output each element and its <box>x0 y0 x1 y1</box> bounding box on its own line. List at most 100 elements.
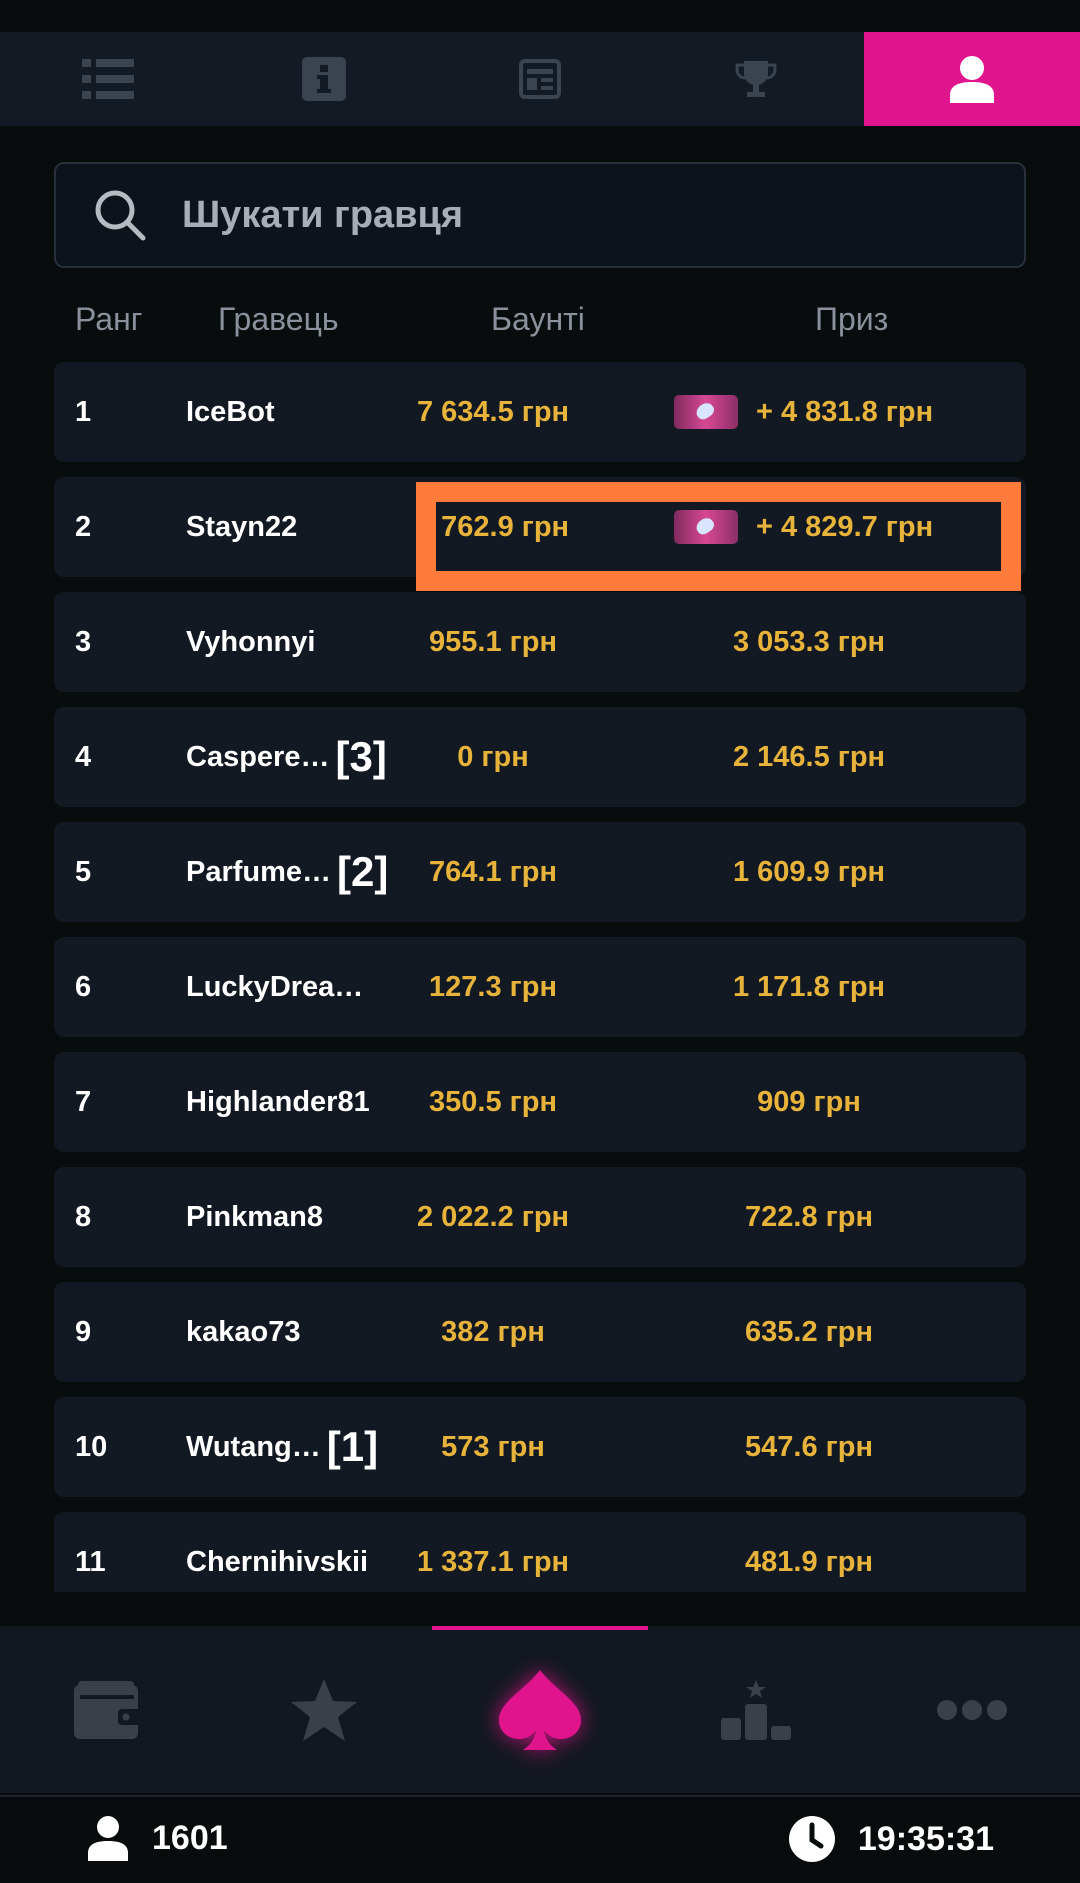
news-icon <box>519 59 561 99</box>
player-name-cell: LuckyDrea… <box>186 937 363 1037</box>
trophy-icon <box>735 61 777 97</box>
table-row[interactable]: 3 Vyhonnyi 955.1 грн 3 053.3 грн <box>54 592 1026 692</box>
list-icon <box>82 59 134 99</box>
tab-profile[interactable] <box>864 32 1080 126</box>
nav-leaderboard[interactable] <box>648 1626 864 1793</box>
rank-cell: 5 <box>75 855 92 888</box>
prize-value: + 4 829.7 грн <box>756 510 934 543</box>
player-search[interactable] <box>54 162 1026 268</box>
player-name: Caspere… <box>186 740 330 773</box>
status-bar: 1601 19:35:31 <box>0 1795 1080 1883</box>
player-name-cell: Highlander81 <box>186 1052 370 1152</box>
player-name: Highlander81 <box>186 1085 370 1118</box>
rank-cell: 4 <box>75 740 92 773</box>
user-icon <box>88 1816 128 1861</box>
rank-cell: 9 <box>75 1315 92 1348</box>
bounty-cell: 573 грн <box>441 1430 545 1463</box>
user-icon <box>950 56 994 103</box>
table-row[interactable]: 9 kakao73 382 грн 635.2 грн <box>54 1282 1026 1382</box>
ticket-icon <box>674 510 738 544</box>
bounty-cell: 7 634.5 грн <box>416 395 570 428</box>
prize-value: 635.2 грн <box>745 1315 873 1348</box>
rank-cell: 7 <box>75 1085 92 1118</box>
header-prize: Приз <box>815 301 889 337</box>
prize-cell: 3 053.3 грн <box>654 592 964 692</box>
prize-cell: 909 грн <box>654 1052 964 1152</box>
header-player: Гравець <box>218 301 339 337</box>
player-name: Stayn22 <box>186 510 298 543</box>
header-rank: Ранг <box>75 301 143 337</box>
tab-info[interactable] <box>216 32 432 126</box>
prize-cell: 1 171.8 грн <box>654 937 964 1037</box>
table-row[interactable]: 2 Stayn22 2 762.9 грн + 4 829.7 грн <box>54 477 1026 577</box>
tab-list[interactable] <box>0 32 216 126</box>
bounty-cell: 955.1 грн <box>429 625 557 658</box>
bounty-cell: 127.3 грн <box>429 970 557 1003</box>
clock-value: 19:35:31 <box>857 1819 994 1858</box>
prize-value: 1 609.9 грн <box>732 855 886 888</box>
prize-value: + 4 831.8 грн <box>756 395 934 428</box>
prize-cell: 2 146.5 грн <box>654 707 964 807</box>
bounty-cell: 1 337.1 грн <box>416 1545 570 1578</box>
table-row[interactable]: 4 Caspere… [3] 0 грн 2 146.5 грн <box>54 707 1026 807</box>
spade-icon <box>499 1669 581 1750</box>
prize-cell: + 4 829.7 грн <box>674 477 1026 577</box>
table-row[interactable]: 8 Pinkman8 2 022.2 грн 722.8 грн <box>54 1167 1026 1267</box>
player-name-cell: Vyhonnyi <box>186 592 315 692</box>
player-name: Vyhonnyi <box>186 625 316 658</box>
tab-trophy[interactable] <box>648 32 864 126</box>
table-row[interactable]: 5 Parfume… [2] 764.1 грн 1 609.9 грн <box>54 822 1026 922</box>
rank-cell: 2 <box>75 510 92 543</box>
info-icon <box>302 57 346 101</box>
table-header: Ранг Гравець Баунті Приз <box>54 295 1026 345</box>
bounty-cell: 350.5 грн <box>429 1085 557 1118</box>
nav-poker[interactable] <box>432 1626 648 1793</box>
leaderboard-icon <box>721 1679 791 1740</box>
table-row[interactable]: 6 LuckyDrea… 127.3 грн 1 171.8 грн <box>54 937 1026 1037</box>
bounty-cell: 382 грн <box>441 1315 545 1348</box>
tab-news[interactable] <box>432 32 648 126</box>
prize-value: 547.6 грн <box>745 1430 873 1463</box>
table-row[interactable]: 11 Chernihivskii 1 337.1 грн 481.9 грн <box>54 1512 1026 1592</box>
prize-cell: 635.2 грн <box>654 1282 964 1382</box>
bounty-cell: 764.1 грн <box>429 855 557 888</box>
player-name: Pinkman8 <box>186 1200 323 1233</box>
clock: 19:35:31 <box>788 1815 994 1863</box>
header-bounty: Баунті <box>491 301 585 337</box>
table-row[interactable]: 1 IceBot 7 634.5 грн + 4 831.8 грн <box>54 362 1026 462</box>
player-name-cell: kakao73 <box>186 1282 301 1382</box>
clock-icon <box>788 1816 835 1862</box>
search-input[interactable] <box>182 193 882 237</box>
search-icon <box>95 190 146 241</box>
nav-more[interactable] <box>864 1626 1080 1793</box>
player-name: Chernihivskii <box>186 1545 369 1578</box>
bounty-cell: 0 грн <box>457 740 529 773</box>
table-row[interactable]: 10 Wutang… [1] 573 грн 547.6 грн <box>54 1397 1026 1497</box>
prize-cell: 722.8 грн <box>654 1167 964 1267</box>
star-icon <box>291 1678 357 1741</box>
player-name-cell: Pinkman8 <box>186 1167 323 1267</box>
nav-favorites[interactable] <box>216 1626 432 1793</box>
player-name: IceBot <box>186 395 275 428</box>
players-count: 1601 <box>88 1815 228 1861</box>
rank-cell: 11 <box>75 1545 106 1578</box>
bounty-cell: 2 022.2 грн <box>416 1200 570 1233</box>
prize-value: 722.8 грн <box>745 1200 873 1233</box>
table-row[interactable]: 7 Highlander81 350.5 грн 909 грн <box>54 1052 1026 1152</box>
prize-value: 3 053.3 грн <box>732 625 886 658</box>
nav-wallet[interactable] <box>0 1626 216 1793</box>
player-name-cell: Stayn22 <box>186 477 297 577</box>
rank-cell: 10 <box>75 1430 108 1463</box>
player-name: LuckyDrea… <box>186 970 364 1003</box>
leaderboard-list[interactable]: 1 IceBot 7 634.5 грн + 4 831.8 грн 2 Stayn22 2… <box>54 362 1026 1592</box>
wallet-icon <box>74 1680 142 1739</box>
prize-value: 2 146.5 грн <box>732 740 886 773</box>
prize-value: 481.9 грн <box>745 1545 873 1578</box>
rank-cell: 6 <box>75 970 92 1003</box>
prize-cell: + 4 831.8 грн <box>674 362 1026 462</box>
ticket-icon <box>674 395 738 429</box>
rank-cell: 3 <box>75 625 92 658</box>
prize-cell: 1 609.9 грн <box>654 822 964 922</box>
player-name: Wutang… <box>186 1430 321 1463</box>
bounty-cell: 2 762.9 грн <box>416 510 570 543</box>
